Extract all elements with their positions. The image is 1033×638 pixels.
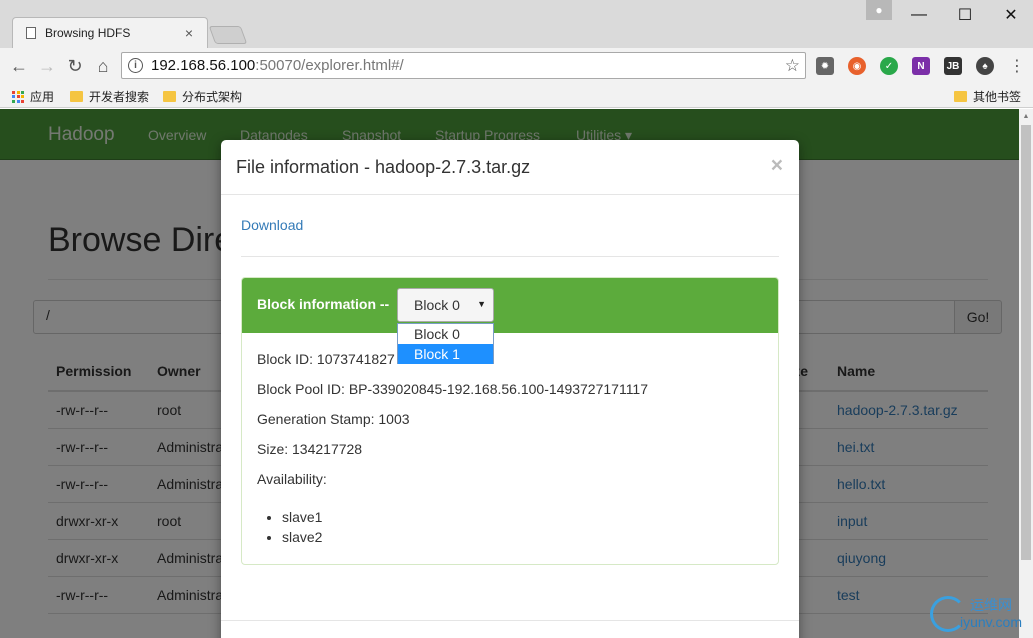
- block-info-heading: Block information -- Block 0 ▼ Block 0 B…: [242, 278, 778, 364]
- modal-separator: [241, 256, 779, 257]
- watermark-top: 运维网: [970, 597, 1012, 613]
- user-icon[interactable]: ●: [866, 0, 892, 20]
- tab-title: Browsing HDFS: [45, 25, 131, 40]
- bookmark-folder-distributed[interactable]: 分布式架构: [163, 88, 242, 105]
- bookmark-label: 开发者搜索: [89, 90, 150, 104]
- modal-close-icon[interactable]: ×: [771, 154, 783, 178]
- new-tab-button[interactable]: [208, 26, 248, 44]
- close-window-button[interactable]: ✕: [988, 2, 1033, 28]
- block-id: Block ID: 1073741827: [257, 351, 395, 367]
- list-item: slave1: [282, 507, 322, 527]
- block-select[interactable]: Block 0 ▼: [397, 288, 494, 322]
- modal-header: File information - hadoop-2.7.3.tar.gz ×: [221, 140, 799, 195]
- file-info-modal: File information - hadoop-2.7.3.tar.gz ×…: [221, 140, 799, 638]
- reload-icon[interactable]: ↻: [64, 55, 86, 77]
- document-icon: [26, 26, 36, 39]
- bookmark-apps[interactable]: 应用: [12, 88, 54, 105]
- apps-grid-icon: [12, 90, 24, 103]
- block-info-title: Block information --: [257, 296, 390, 312]
- folder-icon: [70, 91, 83, 102]
- bookmark-apps-label: 应用: [30, 90, 55, 104]
- scroll-up-arrow-icon[interactable]: ▲: [1019, 109, 1033, 123]
- availability-list: slave1 slave2: [282, 507, 322, 547]
- block-size: Size: 134217728: [257, 441, 363, 457]
- back-arrow-icon[interactable]: ←: [8, 55, 30, 77]
- block-option-1[interactable]: Block 1: [398, 344, 493, 364]
- extension-gear-icon[interactable]: ✹: [816, 57, 834, 75]
- maximize-button[interactable]: ☐: [942, 2, 988, 28]
- block-info-panel: Block information -- Block 0 ▼ Block 0 B…: [241, 277, 779, 565]
- modal-title: File information - hadoop-2.7.3.tar.gz: [236, 157, 531, 177]
- url-path: :50070/explorer.html#/: [255, 57, 404, 74]
- folder-icon: [954, 91, 967, 102]
- menu-dots-icon[interactable]: ⋮: [1006, 55, 1028, 77]
- page-scrollbar[interactable]: ▲: [1019, 109, 1033, 638]
- onenote-icon[interactable]: N: [912, 57, 930, 75]
- browser-toolbar: ← → ↻ ⌂ i 192.168.56.100 :50070/explorer…: [0, 48, 1033, 84]
- bookmark-label: 其他书签: [973, 90, 1022, 104]
- bookmark-star-icon[interactable]: ☆: [785, 56, 800, 76]
- browser-titlebar: Browsing HDFS × ● — ☐ ✕: [0, 0, 1033, 48]
- info-icon[interactable]: i: [128, 58, 143, 73]
- watermark-logo: 运维网 iyunv.com: [930, 592, 1030, 636]
- minimize-button[interactable]: —: [896, 2, 942, 28]
- bookmark-label: 分布式架构: [182, 90, 243, 104]
- list-item: slave2: [282, 527, 322, 547]
- jetbrains-icon[interactable]: JB: [944, 57, 962, 75]
- folder-icon: [163, 91, 176, 102]
- tab-close-icon[interactable]: ×: [182, 25, 196, 41]
- block-select-value: Block 0: [414, 297, 460, 313]
- forward-arrow-icon[interactable]: →: [36, 55, 58, 77]
- availability-label: Availability:: [257, 471, 327, 487]
- block-option-0[interactable]: Block 0: [398, 324, 493, 344]
- hdfs-page: Hadoop Overview Datanodes Snapshot Start…: [0, 109, 1019, 638]
- caret-down-icon: ▼: [477, 299, 486, 309]
- bookmarks-bar: 应用 开发者搜索 分布式架构 其他书签: [0, 84, 1033, 108]
- browser-tab[interactable]: Browsing HDFS ×: [12, 17, 208, 48]
- generation-stamp: Generation Stamp: 1003: [257, 411, 410, 427]
- scroll-thumb[interactable]: [1021, 125, 1031, 560]
- bookmark-folder-other[interactable]: 其他书签: [954, 88, 1021, 105]
- evernote-icon[interactable]: ♠: [976, 57, 994, 75]
- bookmark-folder-dev-search[interactable]: 开发者搜索: [70, 88, 149, 105]
- address-bar[interactable]: i 192.168.56.100 :50070/explorer.html#/ …: [121, 52, 806, 79]
- extension-green-icon[interactable]: ✓: [880, 57, 898, 75]
- block-dropdown: Block 0 Block 1: [397, 323, 494, 364]
- modal-footer-line: [221, 620, 799, 621]
- extension-orange-icon[interactable]: ◉: [848, 57, 866, 75]
- block-pool-id: Block Pool ID: BP-339020845-192.168.56.1…: [257, 381, 649, 397]
- watermark-bottom: iyunv.com: [960, 614, 1022, 630]
- download-link[interactable]: Download: [241, 217, 303, 233]
- home-icon[interactable]: ⌂: [92, 55, 114, 77]
- url-host: 192.168.56.100: [151, 57, 256, 74]
